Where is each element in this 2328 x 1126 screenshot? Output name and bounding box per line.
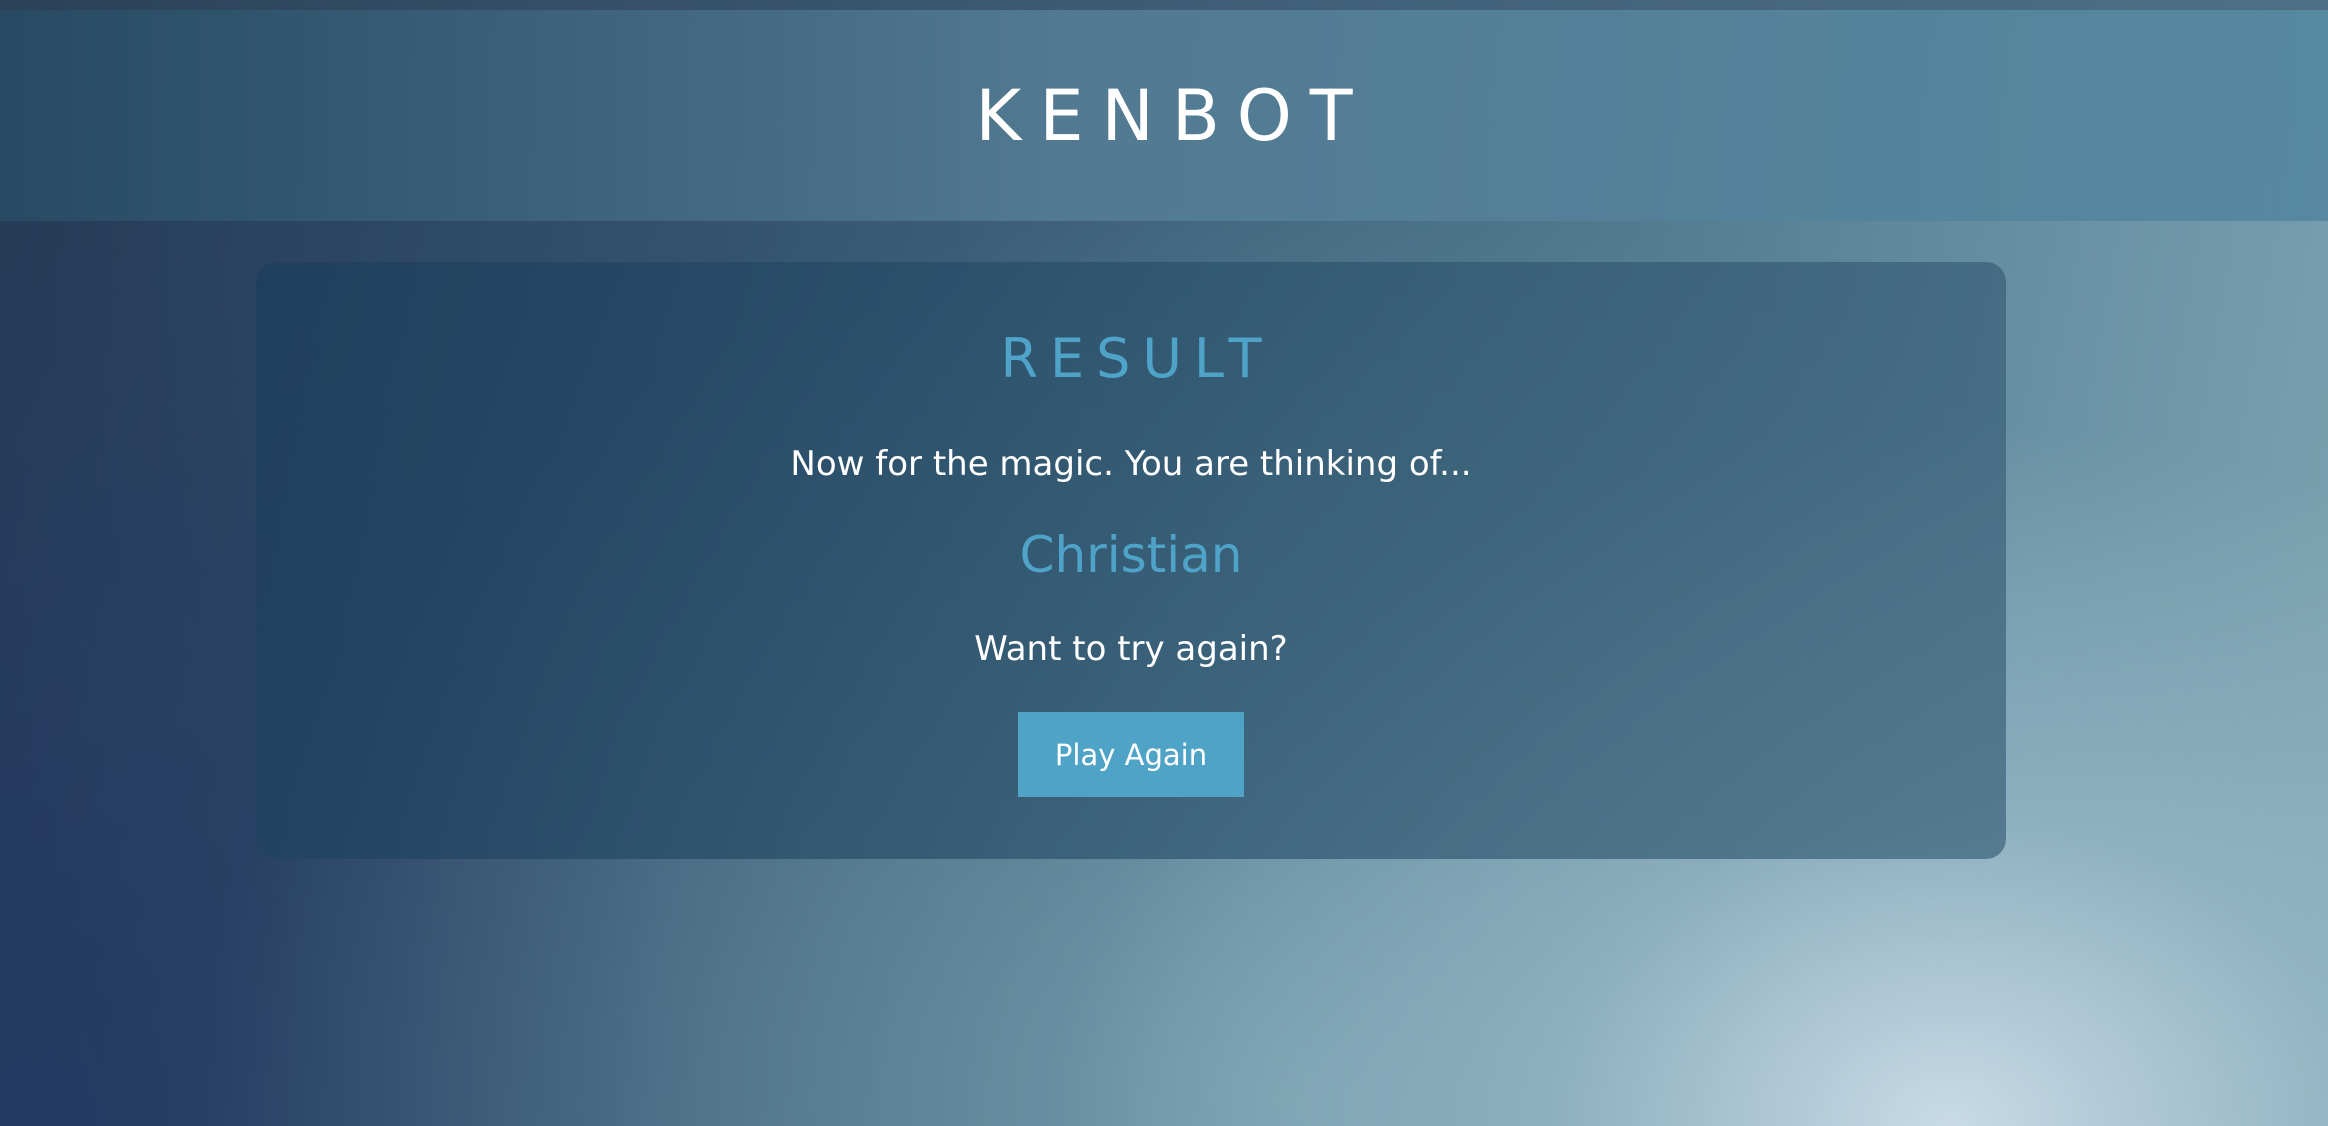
site-header: KENBOT	[0, 10, 2328, 221]
brand-title: KENBOT	[975, 74, 1371, 157]
play-again-button[interactable]: Play Again	[1018, 712, 1244, 797]
try-again-prompt: Want to try again?	[974, 629, 1288, 669]
guessed-answer: Christian	[1019, 526, 1243, 584]
result-intro-text: Now for the magic. You are thinking of..…	[790, 444, 1472, 484]
result-heading: RESULT	[1000, 327, 1274, 390]
result-card: RESULT Now for the magic. You are thinki…	[256, 262, 2006, 859]
top-strip	[0, 0, 2328, 10]
